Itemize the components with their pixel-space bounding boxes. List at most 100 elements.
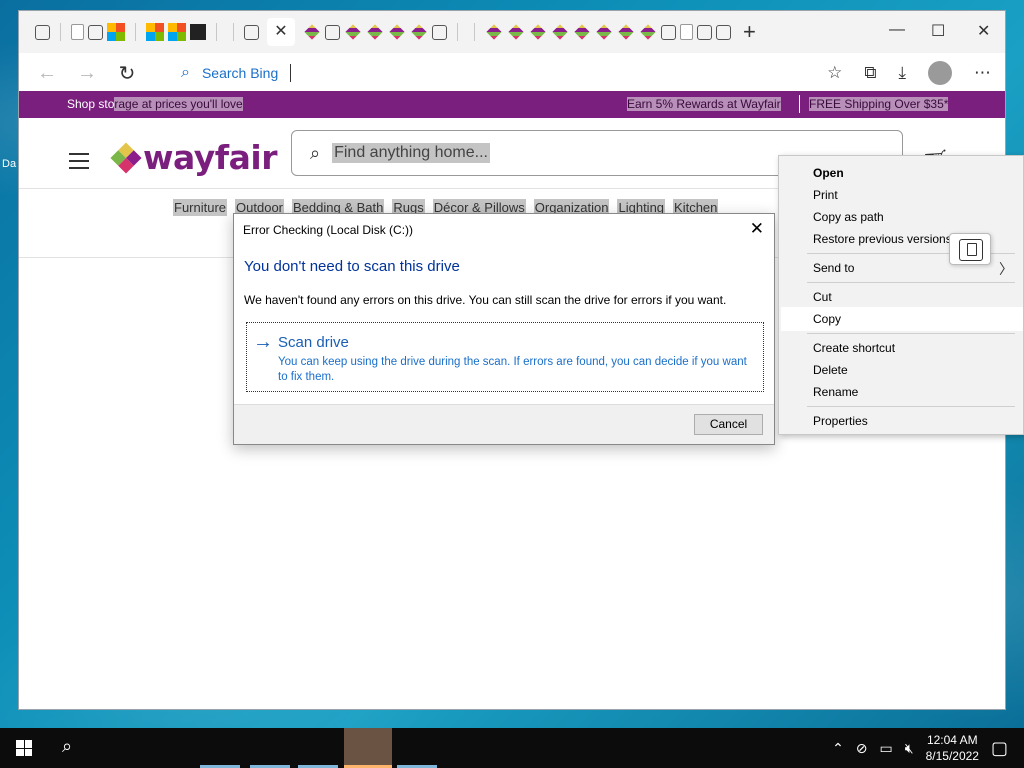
promo-divider	[799, 95, 800, 113]
scan-drive-description: You can keep using the drive during the …	[278, 356, 747, 383]
menu-item-restore-previous-versions[interactable]: Restore previous versions	[813, 232, 952, 246]
copy-quick-action[interactable]	[949, 233, 991, 265]
forward-icon[interactable]: →	[67, 62, 107, 85]
tab-wayfair-icon[interactable]	[411, 24, 427, 40]
tab-icon[interactable]	[661, 24, 676, 40]
volume-icon[interactable]: 🔇︎	[905, 740, 914, 757]
taskbar: ⌕ ⌃ ⊘ ▭ 🔇︎ 12:04 AM 8/15/2022 ▢	[0, 728, 1024, 768]
context-menu: Open Print Copy as path Restore previous…	[778, 155, 1024, 435]
menu-item-rename[interactable]: Rename	[813, 385, 858, 399]
search-icon: ⌕	[310, 142, 321, 163]
menu-icon[interactable]	[69, 153, 89, 174]
dialog-title: Error Checking (Local Disk (C:))	[243, 223, 414, 237]
dialog-close-icon[interactable]: ✕	[750, 219, 764, 239]
downloads-icon[interactable]: ⤓	[898, 63, 906, 83]
menu-item-properties[interactable]: Properties	[813, 414, 868, 428]
back-icon[interactable]: ←	[27, 62, 67, 85]
menu-item-open[interactable]: Open	[813, 166, 844, 180]
tab-wayfair-icon[interactable]	[389, 24, 405, 40]
text-caret	[290, 64, 292, 82]
copy-icon	[959, 239, 983, 261]
site-search-placeholder: Find anything home...	[332, 143, 490, 163]
menu-separator	[807, 282, 1015, 283]
url-input[interactable]: ⌕ Search Bing	[169, 58, 789, 88]
tab-microsoft-icon[interactable]	[168, 23, 186, 41]
clock[interactable]: 12:04 AM 8/15/2022	[926, 732, 979, 764]
error-checking-dialog: Error Checking (Local Disk (C:)) ✕ You d…	[233, 213, 775, 445]
menu-item-send-to[interactable]: Send to	[813, 261, 854, 275]
refresh-icon[interactable]: ↻	[107, 61, 147, 86]
search-icon: ⌕	[181, 64, 190, 81]
clock-time: 12:04 AM	[926, 733, 978, 747]
cancel-button[interactable]: Cancel	[694, 414, 763, 435]
promo-banner: Shop storage at prices you'll love Earn …	[19, 91, 1005, 118]
tab-wayfair-icon[interactable]	[618, 24, 634, 40]
url-placeholder: Search Bing	[201, 65, 279, 81]
address-bar: ← → ↻ ⌕ Search Bing ☆ ⧉ ⤓ ⋯	[19, 53, 1005, 93]
tab-wayfair-icon[interactable]	[640, 24, 656, 40]
chevron-right-icon: 〉	[999, 261, 1013, 277]
collections-icon[interactable]: ⧉	[864, 63, 876, 83]
menu-separator	[807, 406, 1015, 407]
tab-icon[interactable]	[88, 24, 103, 40]
tab-microsoft-icon[interactable]	[107, 23, 125, 41]
menu-item-delete[interactable]: Delete	[813, 363, 848, 377]
dialog-body: You don't need to scan this drive We hav…	[234, 246, 774, 404]
tab-close-icon[interactable]: ✕	[267, 18, 295, 46]
search-icon[interactable]: ⌕	[62, 736, 72, 757]
tab-dark-icon[interactable]	[190, 24, 206, 40]
taskbar-active-app[interactable]	[344, 728, 392, 768]
tab-wayfair-icon[interactable]	[345, 24, 361, 40]
menu-item-copy-as-path[interactable]: Copy as path	[813, 210, 884, 224]
chevron-up-icon[interactable]: ⌃	[832, 740, 844, 757]
tab-active-icon[interactable]	[244, 24, 259, 40]
tab-icon[interactable]	[325, 24, 340, 40]
dialog-footer: Cancel	[234, 404, 774, 446]
scan-drive-button[interactable]: → Scan drive You can keep using the driv…	[246, 322, 764, 392]
more-icon[interactable]: ⋯	[974, 63, 991, 83]
notifications-icon[interactable]: ▢	[991, 738, 1008, 759]
menu-item-create-shortcut[interactable]: Create shortcut	[813, 341, 895, 355]
favorites-icon[interactable]: ☆	[827, 63, 842, 83]
new-tab-button[interactable]: +	[743, 19, 756, 45]
tab-wayfair-icon[interactable]	[552, 24, 568, 40]
desktop-icon-label[interactable]: Da	[2, 158, 16, 170]
logo-mark-icon	[110, 141, 142, 174]
category-link[interactable]: Furniture	[173, 199, 228, 216]
menu-item-copy[interactable]: Copy	[813, 312, 841, 326]
maximize-icon[interactable]: ☐	[931, 21, 945, 41]
tab-wayfair-icon[interactable]	[508, 24, 524, 40]
tab-icon[interactable]	[716, 24, 731, 40]
profile-avatar[interactable]	[928, 61, 952, 85]
menu-separator	[807, 333, 1015, 334]
browser-toolbar: ☆ ⧉ ⤓ ⋯	[827, 61, 991, 85]
menu-item-print[interactable]: Print	[813, 188, 838, 202]
arrow-right-icon: →	[253, 331, 273, 353]
tab-wayfair-icon[interactable]	[304, 24, 320, 40]
dialog-heading: You don't need to scan this drive	[244, 258, 460, 275]
tab-wayfair-icon[interactable]	[530, 24, 546, 40]
tab-microsoft-icon[interactable]	[146, 23, 164, 41]
window-close-icon[interactable]: ✕	[977, 21, 990, 41]
tab-page-icon[interactable]	[71, 24, 84, 40]
display-icon[interactable]: ▭	[880, 740, 893, 757]
tab-wayfair-icon[interactable]	[596, 24, 612, 40]
wayfair-logo[interactable]: wayfair	[110, 138, 277, 177]
promo-rewards[interactable]: Earn 5% Rewards at Wayfair	[627, 97, 781, 111]
clock-date: 8/15/2022	[925, 749, 979, 763]
logo-text: wayfair	[143, 138, 277, 177]
windows-start-icon[interactable]	[16, 740, 32, 756]
minimize-icon[interactable]: —	[889, 21, 905, 39]
promo-shipping[interactable]: FREE Shipping Over $35*	[809, 97, 949, 111]
menu-item-cut[interactable]: Cut	[813, 290, 832, 304]
tab-icon[interactable]	[432, 24, 447, 40]
tab-page-icon[interactable]	[680, 24, 693, 40]
promo-left[interactable]: Shop storage at prices you'll love	[67, 97, 243, 111]
tab-wayfair-icon[interactable]	[486, 24, 502, 40]
tab-wayfair-icon[interactable]	[367, 24, 383, 40]
tab-icon[interactable]	[697, 24, 712, 40]
tab-actions-icon[interactable]	[35, 24, 50, 40]
dialog-titlebar: Error Checking (Local Disk (C:)) ✕	[234, 214, 774, 246]
network-icon[interactable]: ⊘	[856, 740, 868, 757]
tab-wayfair-icon[interactable]	[574, 24, 590, 40]
